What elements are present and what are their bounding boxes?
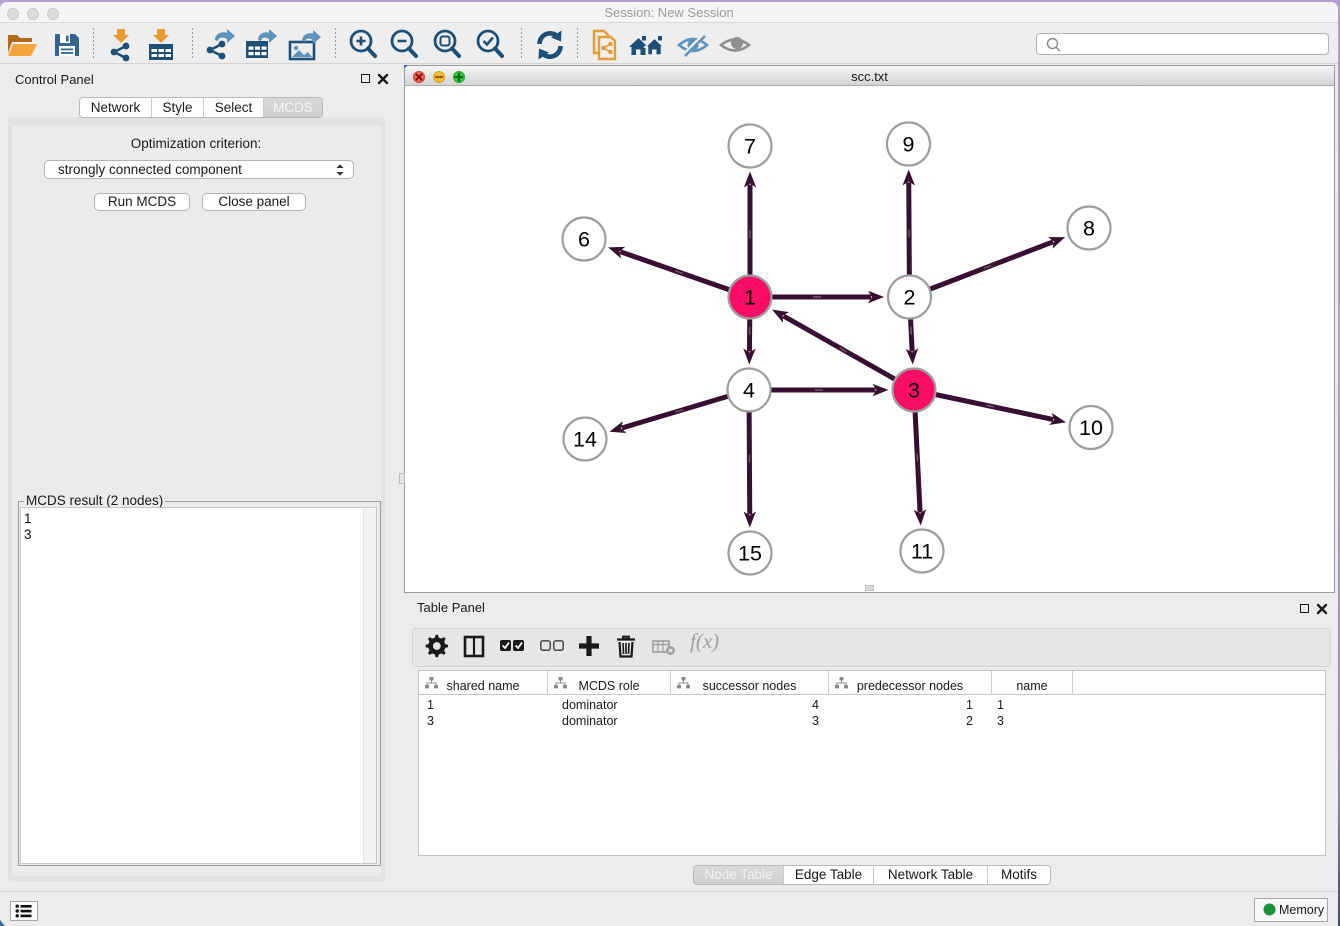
svg-text:11: 11 <box>911 540 933 564</box>
svg-text:15: 15 <box>738 542 762 566</box>
svg-text:9: 9 <box>903 133 915 157</box>
svg-text:8: 8 <box>1083 217 1095 241</box>
svg-text:1: 1 <box>744 286 756 310</box>
svg-text:4: 4 <box>743 379 755 403</box>
svg-text:3: 3 <box>908 379 920 403</box>
svg-text:7: 7 <box>744 135 756 159</box>
svg-text:14: 14 <box>573 428 597 452</box>
svg-text:2: 2 <box>904 286 916 310</box>
svg-text:10: 10 <box>1079 416 1103 440</box>
svg-text:6: 6 <box>578 228 590 252</box>
